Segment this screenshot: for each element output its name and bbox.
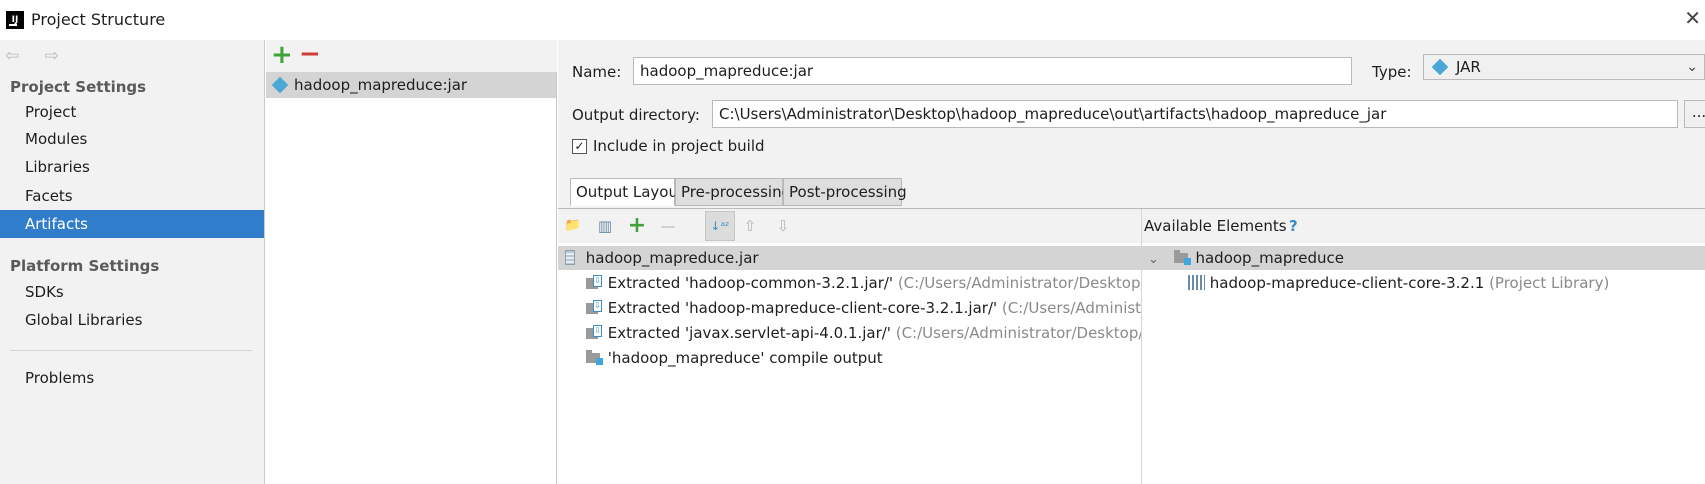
back-forward-icon[interactable]: ⇦ ⇨ [5, 46, 69, 66]
help-icon[interactable]: ? [1289, 217, 1298, 235]
module-output-folder-icon [586, 350, 603, 365]
type-label: Type: [1372, 63, 1412, 81]
browse-button[interactable]: ... [1684, 100, 1705, 128]
include-in-build-label: Include in project build [593, 137, 765, 155]
tab-pre-processing[interactable]: Pre-processing [675, 178, 791, 206]
sidebar-item-problems[interactable]: Problems [0, 364, 264, 392]
include-in-build-checkbox[interactable]: ✓ [572, 139, 587, 154]
artifact-list-toolbar: + − [266, 39, 557, 72]
jar-artifact-icon [271, 76, 289, 94]
tab-post-processing[interactable]: Post-processing [783, 178, 907, 206]
remove-artifact-button[interactable]: − [299, 39, 321, 69]
name-label: Name: [572, 63, 622, 81]
output-item-label: Extracted 'hadoop-common-3.2.1.jar/' [607, 274, 894, 292]
name-field[interactable]: hadoop_mapreduce:jar [633, 57, 1352, 85]
sidebar-item-libraries[interactable]: Libraries [0, 153, 264, 181]
settings-sidebar: ⇦ ⇨ Project Settings Project Modules Lib… [0, 40, 265, 484]
artifact-settings-panel: Name: hadoop_mapreduce:jar Type: JAR ⌄ O… [558, 40, 1705, 484]
artifact-list-item[interactable]: hadoop_mapreduce:jar [266, 72, 556, 98]
library-icon [1188, 275, 1205, 290]
output-root-jar[interactable]: hadoop_mapreduce.jar [558, 246, 1141, 270]
type-select-value: JAR [1456, 58, 1481, 76]
platform-settings-header: Platform Settings [10, 257, 160, 275]
artifact-name: hadoop_mapreduce:jar [294, 76, 468, 94]
output-tree-row[interactable]: 'hadoop_mapreduce' compile output [586, 346, 1141, 370]
intellij-logo-icon: IJ [6, 11, 24, 29]
extracted-jar-icon: ⇩ [586, 325, 603, 340]
sidebar-item-modules[interactable]: Modules [0, 125, 264, 153]
sort-button[interactable]: ↓ᵃᶻ [705, 211, 735, 241]
close-icon[interactable]: ✕ [1684, 6, 1701, 30]
jar-archive-icon [565, 250, 575, 265]
extracted-jar-icon: ⇩ [586, 275, 603, 290]
expand-chevron-icon[interactable]: ⌄ [1148, 252, 1159, 267]
output-item-path: (C:/Users/Administrator/Desktop/h [897, 274, 1141, 292]
available-library-label: hadoop-mapreduce-client-core-3.2.1 [1209, 274, 1485, 292]
sidebar-divider [10, 350, 252, 351]
add-artifact-button[interactable]: + [271, 40, 293, 70]
extracted-jar-icon: ⇩ [586, 300, 603, 315]
chevron-down-icon: ⌄ [1686, 59, 1698, 75]
module-folder-icon [1173, 250, 1191, 265]
output-directory-field[interactable]: C:\Users\Administrator\Desktop\hadoop_ma… [712, 100, 1678, 128]
output-item-path: (C:/Users/Administra [1001, 299, 1141, 317]
move-up-icon[interactable]: ⇧ [740, 216, 760, 236]
sidebar-item-global-libraries[interactable]: Global Libraries [0, 306, 264, 334]
available-module-row[interactable]: ⌄ hadoop_mapreduce [1142, 246, 1705, 270]
available-elements-header: Available Elements ? [1142, 209, 1705, 243]
available-elements-title: Available Elements [1144, 217, 1287, 235]
sidebar-item-sdks[interactable]: SDKs [0, 278, 264, 306]
remove-element-icon[interactable]: — [658, 216, 678, 236]
sidebar-item-project[interactable]: Project [0, 98, 264, 126]
output-layout-area: 📁 ▥ + — ↓ᵃᶻ ⇧ ⇩ hadoop_mapreduce.jar ⇩ E… [558, 209, 1705, 484]
artifact-list-panel: + − hadoop_mapreduce:jar [266, 39, 557, 484]
project-structure-dialog: IJ Project Structure ✕ ⇦ ⇨ Project Setti… [0, 0, 1705, 484]
output-tree-row[interactable]: ⇩ Extracted 'javax.servlet-api-4.0.1.jar… [586, 321, 1141, 345]
tab-output-layout[interactable]: Output Layout [570, 178, 684, 206]
create-archive-icon[interactable]: ▥ [595, 216, 615, 236]
available-module-label: hadoop_mapreduce [1195, 249, 1344, 267]
output-tree-row[interactable]: ⇩ Extracted 'hadoop-mapreduce-client-cor… [586, 296, 1141, 320]
project-settings-header: Project Settings [10, 78, 147, 96]
add-element-icon[interactable]: + [627, 215, 647, 237]
sidebar-item-facets[interactable]: Facets [0, 182, 264, 210]
title-bar: IJ Project Structure ✕ [0, 0, 1705, 40]
move-down-icon[interactable]: ⇩ [773, 216, 793, 236]
jar-type-icon [1431, 58, 1449, 76]
output-root-label: hadoop_mapreduce.jar [585, 249, 759, 267]
sidebar-item-artifacts[interactable]: Artifacts [0, 210, 264, 238]
output-item-label: Extracted 'javax.servlet-api-4.0.1.jar/' [607, 324, 891, 342]
available-library-row[interactable]: hadoop-mapreduce-client-core-3.2.1 (Proj… [1188, 271, 1705, 295]
output-item-label: 'hadoop_mapreduce' compile output [607, 349, 883, 367]
output-item-path: (C:/Users/Administrator/Desktop/ha [895, 324, 1141, 342]
type-select[interactable]: JAR ⌄ [1423, 54, 1705, 80]
available-library-hint: (Project Library) [1489, 274, 1610, 292]
sort-alphabetically-icon: ↓ᵃᶻ [710, 219, 730, 233]
output-directory-label: Output directory: [572, 106, 700, 124]
new-directory-icon[interactable]: 📁 [563, 216, 583, 236]
output-tree-row[interactable]: ⇩ Extracted 'hadoop-common-3.2.1.jar/' (… [586, 271, 1141, 295]
output-layout-toolbar: 📁 ▥ + — ↓ᵃᶻ ⇧ ⇩ [558, 209, 1141, 243]
output-item-label: Extracted 'hadoop-mapreduce-client-core-… [607, 299, 998, 317]
window-title: Project Structure [31, 10, 166, 29]
